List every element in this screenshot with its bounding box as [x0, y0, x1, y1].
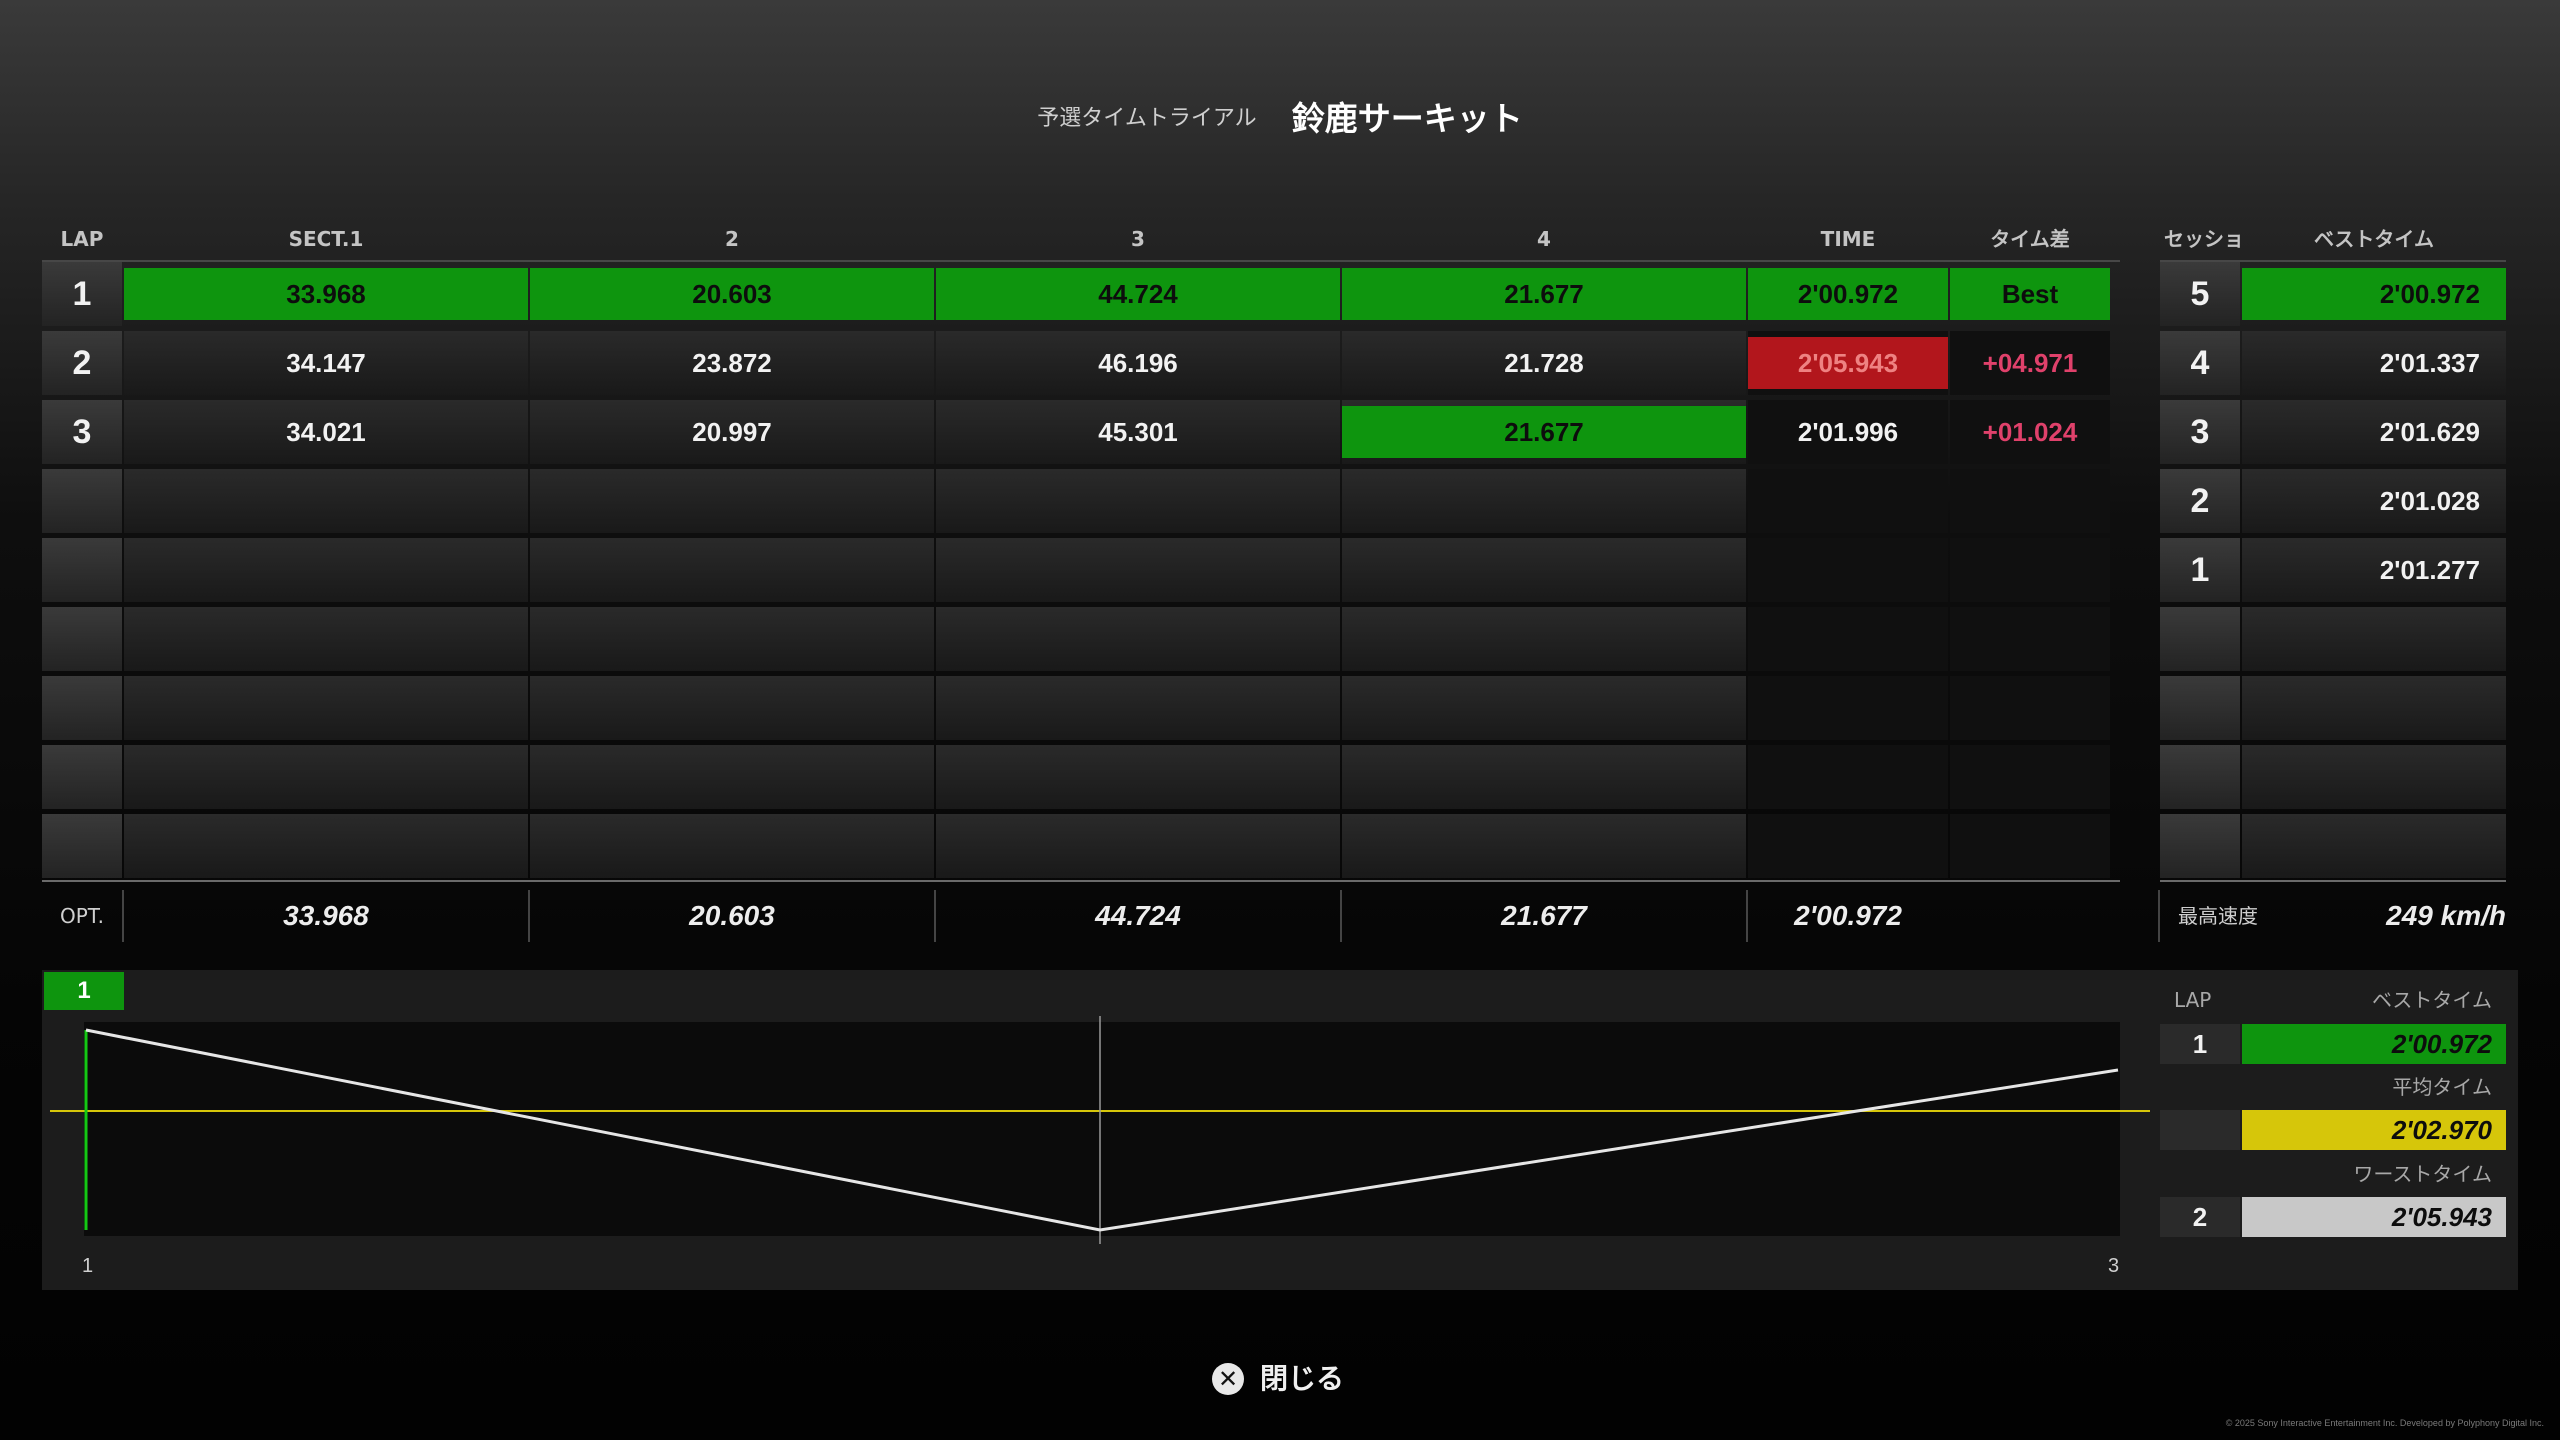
- empty-cell: [2242, 676, 2506, 740]
- session-number: 1: [2160, 538, 2240, 602]
- graph-x-start-label: 1: [82, 1255, 94, 1277]
- empty-cell: [2160, 676, 2240, 740]
- optimal-label: OPT.: [60, 904, 105, 928]
- session-best-time: 2'01.629: [2242, 400, 2506, 464]
- session-row-4[interactable]: 4 2'01.337: [0, 331, 2560, 395]
- col-header-sector-3: 3: [1131, 227, 1145, 251]
- empty-cell: [2242, 814, 2506, 878]
- best-lap-time: 2'00.972: [2242, 1024, 2506, 1064]
- col-header-diff: タイム差: [1990, 227, 2070, 251]
- session-row-1[interactable]: 1 2'01.277: [0, 538, 2560, 602]
- session-number: 3: [2160, 400, 2240, 464]
- event-subtitle: 予選タイムトライアル: [1037, 106, 1257, 131]
- session-best-time: 2'01.337: [2242, 331, 2506, 395]
- empty-cell: [2160, 745, 2240, 809]
- title-bar: 予選タイムトライアル 鈴鹿サーキット: [0, 92, 2560, 148]
- session-row-3[interactable]: 3 2'01.629: [0, 400, 2560, 464]
- worst-lap-time: 2'05.943: [2242, 1197, 2506, 1237]
- top-speed-value: 249 km/h: [2386, 900, 2506, 931]
- summary-lap-header: LAP: [2174, 988, 2212, 1012]
- session-number: 2: [2160, 469, 2240, 533]
- opt-separator: [2158, 890, 2160, 942]
- session-number: 4: [2160, 331, 2240, 395]
- empty-cell: [2242, 607, 2506, 671]
- empty-cell: [2242, 745, 2506, 809]
- empty-cell: [2160, 814, 2240, 878]
- col-header-session-best: ベストタイム: [2314, 227, 2434, 251]
- optimal-divider: [42, 880, 2120, 882]
- empty-cell: [2160, 607, 2240, 671]
- copyright-footer: © 2025 Sony Interactive Entertainment In…: [2225, 1418, 2544, 1428]
- close-label: 閉じる: [1260, 1362, 1345, 1395]
- optimal-sector-1: 33.968: [283, 900, 369, 931]
- session-optimal-divider: [2160, 880, 2506, 882]
- session-row-empty: [0, 814, 2560, 878]
- col-header-sector-4: 4: [1537, 227, 1551, 251]
- optimal-time: 2'00.972: [1794, 900, 1902, 931]
- session-best-time: 2'00.972: [2242, 268, 2506, 320]
- top-speed-label: 最高速度: [2178, 904, 2258, 928]
- worst-lap-number: 2: [2160, 1197, 2240, 1237]
- session-row-empty: [0, 676, 2560, 740]
- summary-best-header: ベストタイム: [2372, 988, 2492, 1012]
- best-lap-number: 1: [2160, 1024, 2240, 1064]
- circuit-title: 鈴鹿サーキット: [1291, 99, 1523, 138]
- session-best-time: 2'01.277: [2242, 538, 2506, 602]
- session-number: 5: [2160, 262, 2240, 326]
- optimal-sector-2: 20.603: [689, 900, 775, 931]
- session-best-time: 2'01.028: [2242, 469, 2506, 533]
- col-header-sector-1: SECT.1: [288, 227, 364, 251]
- col-header-sector-2: 2: [725, 227, 739, 251]
- graph-x-end-label: 3: [2108, 1255, 2120, 1277]
- optimal-sector-3: 44.724: [1095, 900, 1181, 931]
- summary-worst-header: ワーストタイム: [2353, 1162, 2492, 1186]
- col-header-lap: LAP: [60, 227, 104, 251]
- lap-time-graph: [84, 1022, 2120, 1236]
- optimal-sector-4: 21.677: [1501, 900, 1587, 931]
- session-row-empty: [0, 745, 2560, 809]
- session-row-2[interactable]: 2 2'01.028: [0, 469, 2560, 533]
- session-row-5[interactable]: 5 2'00.972: [0, 262, 2560, 326]
- cross-button-icon: ✕: [1212, 1363, 1244, 1395]
- col-header-session: セッション: [2164, 227, 2244, 281]
- avg-lap-number: [2160, 1110, 2240, 1150]
- selected-lap-badge[interactable]: 1: [44, 972, 124, 1010]
- session-row-empty: [0, 607, 2560, 671]
- col-header-time: TIME: [1820, 227, 1876, 251]
- close-button[interactable]: ✕ 閉じる: [1212, 1358, 1344, 1398]
- summary-avg-header: 平均タイム: [2392, 1075, 2492, 1099]
- avg-lap-time: 2'02.970: [2242, 1110, 2506, 1150]
